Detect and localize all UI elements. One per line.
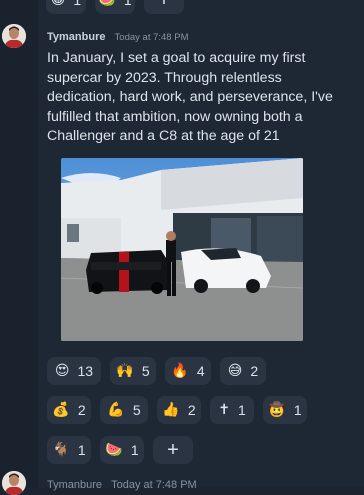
plus-icon: + — [167, 438, 179, 461]
reaction-count: 1 — [77, 442, 86, 458]
message-timestamp: Today at 7:48 PM — [114, 32, 189, 43]
reaction-goat-button[interactable]: 🐐 1 — [47, 436, 91, 464]
message-author[interactable]: Tymanbure — [47, 31, 105, 43]
plus-icon: + — [158, 0, 170, 12]
reaction-count: 1 — [130, 442, 139, 458]
reaction-watermelon-button[interactable]: 🍉 1 — [100, 436, 144, 464]
reaction-count: 13 — [77, 363, 94, 379]
reaction-cowboy-face-button[interactable]: 🤠 1 — [263, 396, 307, 424]
reaction-happy-face-button[interactable]: 😀 1 — [46, 0, 86, 14]
reaction-bar-row-2: 💰 2 💪 5 👍 2 ✝ 1 🤠 1 — [47, 396, 307, 424]
latin-cross-icon: ✝ — [218, 402, 230, 418]
happy-face-icon: 😀 — [50, 0, 66, 8]
reaction-latin-cross-button[interactable]: ✝ 1 — [210, 396, 254, 424]
reaction-flexed-biceps-button[interactable]: 💪 5 — [100, 396, 148, 424]
reaction-fire-face-button[interactable]: 🔥 4 — [165, 357, 211, 385]
reaction-count: 4 — [196, 363, 205, 379]
reaction-smiling-face-hearts-button[interactable]: 😍 13 — [47, 357, 101, 385]
flexed-biceps-icon: 💪 — [107, 402, 125, 418]
reaction-count: 2 — [250, 363, 259, 379]
reaction-count: 1 — [293, 402, 302, 418]
server-rail — [0, 0, 38, 487]
reaction-count: 1 — [237, 402, 246, 418]
watermelon-icon: 🍉 — [105, 442, 123, 458]
fire-face-icon: 🔥 — [171, 363, 189, 379]
reaction-sweat-smile-button[interactable]: 😅 2 — [220, 357, 266, 385]
add-reaction-button[interactable]: + — [144, 0, 184, 14]
goat-icon: 🐐 — [52, 442, 70, 458]
car-photo — [61, 158, 303, 341]
reaction-bar-row-1: 😍 13 🙌 5 🔥 4 😅 2 — [47, 357, 266, 385]
reaction-count: 1 — [123, 0, 132, 8]
sweat-smile-icon: 😅 — [227, 363, 243, 379]
reaction-money-bag-button[interactable]: 💰 2 — [47, 396, 91, 424]
reaction-count: 2 — [187, 402, 196, 418]
reaction-count: 1 — [73, 0, 82, 8]
smiling-face-hearts-icon: 😍 — [54, 363, 70, 379]
avatar-image — [2, 24, 26, 48]
reaction-watermelon-button[interactable]: 🍉 1 — [95, 0, 135, 14]
message-header: Tymanbure Today at 7:48 PM — [47, 31, 188, 43]
cowboy-face-icon: 🤠 — [268, 402, 286, 418]
previous-reaction-bar: 😀 1 🍉 1 + — [46, 0, 184, 14]
avatar-image — [2, 471, 26, 495]
next-message-author[interactable]: Tymanbure — [47, 479, 102, 491]
reaction-bar-row-3: 🐐 1 🍉 1 + — [47, 436, 193, 464]
reaction-raised-hands-button[interactable]: 🙌 5 — [110, 357, 156, 385]
author-avatar[interactable] — [2, 24, 26, 48]
next-message-timestamp: Today at 7:48 PM — [111, 479, 197, 491]
next-author-avatar[interactable] — [2, 471, 26, 495]
raised-hands-icon: 🙌 — [116, 363, 134, 379]
message-attachment-image[interactable] — [61, 158, 303, 341]
next-message-header: Tymanbure Today at 7:48 PM — [47, 479, 197, 491]
reaction-thumbs-up-button[interactable]: 👍 2 — [157, 396, 201, 424]
add-reaction-button[interactable]: + — [153, 436, 193, 464]
message-text: In January, I set a goal to acquire my f… — [47, 50, 333, 144]
reaction-count: 2 — [77, 402, 86, 418]
reaction-count: 5 — [141, 363, 150, 379]
reaction-count: 5 — [132, 402, 141, 418]
money-bag-icon: 💰 — [52, 402, 70, 418]
watermelon-icon: 🍉 — [98, 0, 116, 8]
thumbs-up-icon: 👍 — [162, 402, 180, 418]
